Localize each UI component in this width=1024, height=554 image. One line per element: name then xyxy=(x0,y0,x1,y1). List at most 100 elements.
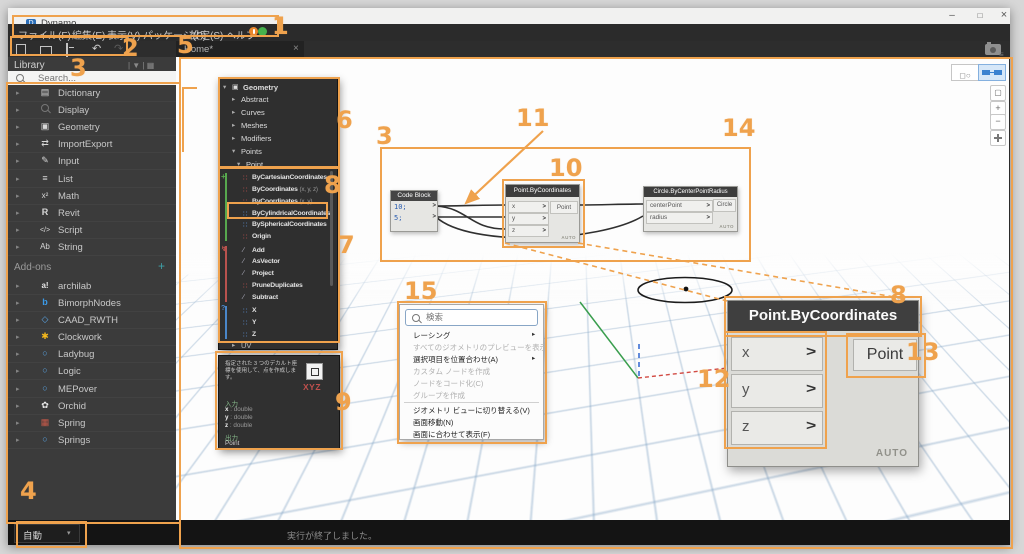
library-item-importexport[interactable]: ImportExport xyxy=(8,135,176,153)
library-item-geometry[interactable]: Geometry xyxy=(8,118,176,136)
fit-view-button[interactable] xyxy=(990,85,1006,101)
output-port-icon[interactable]: > xyxy=(432,214,436,220)
library-item-dictionary[interactable]: Dictionary xyxy=(8,84,176,102)
tree-root-geometry[interactable]: ▾ Geometry xyxy=(219,82,337,94)
tree-scrollbar[interactable] xyxy=(330,171,333,286)
tree-member[interactable]: Add xyxy=(219,246,337,257)
tree-member[interactable]: Z xyxy=(219,330,337,341)
tree-member[interactable]: Y xyxy=(219,318,337,329)
library-item-math[interactable]: Math xyxy=(8,187,176,205)
tree-member[interactable]: AsVector xyxy=(219,257,337,268)
tree-member[interactable]: PruneDuplicates xyxy=(219,281,337,292)
input-port-radius[interactable]: radius xyxy=(646,212,713,224)
library-item-string[interactable]: String xyxy=(8,238,176,256)
output-port-circle[interactable]: Circle xyxy=(713,199,736,212)
tree-cat-point[interactable]: ▾ Point xyxy=(219,160,337,172)
package-icon xyxy=(38,365,52,375)
menu-item-lacing[interactable]: レーシング xyxy=(400,329,543,341)
revit-icon xyxy=(38,207,52,217)
menu-edit[interactable]: 編集(E) xyxy=(72,27,105,42)
tree-member[interactable]: ByCartesianCoordinates xyxy=(219,173,337,184)
redo-icon[interactable] xyxy=(114,44,123,54)
library-item-input[interactable]: Input xyxy=(8,152,176,170)
addon-orchid[interactable]: Orchid xyxy=(8,397,176,415)
library-item-list[interactable]: List xyxy=(8,170,176,188)
tree-cat-modifiers[interactable]: ▸ Modifiers xyxy=(219,134,337,146)
menu-item-create-custom-node: カスタム ノードを作成 xyxy=(413,367,491,376)
undo-icon[interactable] xyxy=(92,44,101,54)
addon-caad-rwth[interactable]: CAAD_RWTH xyxy=(8,311,176,329)
graph-view-toggle[interactable] xyxy=(978,64,1006,81)
input-port-z[interactable]: z xyxy=(508,225,549,237)
tree-cat-points[interactable]: ▾ Points xyxy=(219,147,337,159)
addon-mepover[interactable]: MEPover xyxy=(8,380,176,398)
lacing-badge: AUTO xyxy=(561,235,576,240)
zoom-input-port-x[interactable]: x xyxy=(731,337,823,371)
context-menu-search[interactable] xyxy=(405,309,538,326)
library-item-display[interactable]: Display xyxy=(8,101,176,119)
close-button[interactable] xyxy=(992,8,1016,24)
point-bycoordinates-zoom-node[interactable]: Point.ByCoordinates x y z Point AUTO xyxy=(727,300,919,467)
tree-member[interactable]: ByCoordinates (x, y) xyxy=(219,197,337,208)
add-package-icon[interactable] xyxy=(158,259,165,273)
tree-member[interactable]: Subtract xyxy=(219,293,337,304)
zoom-output-port-point[interactable]: Point xyxy=(853,339,917,371)
menu-settings[interactable]: 設定(S) xyxy=(190,27,223,42)
library-item-script[interactable]: Script xyxy=(8,221,176,239)
library-search[interactable] xyxy=(8,71,176,85)
tree-member-bycoordinates-xyz[interactable]: ByCoordinates (x, y, z) xyxy=(219,185,337,196)
tree-cat-abstract[interactable]: ▸ Abstract xyxy=(219,95,337,107)
menu-file[interactable]: ファイル(F) xyxy=(18,27,71,42)
workspace-tab-label: Home* xyxy=(184,44,214,55)
output-port-point[interactable]: Point xyxy=(550,201,578,214)
tree-member[interactable]: BySphericalCoordinates xyxy=(219,220,337,231)
menu-item-align-selection[interactable]: 選択項目を位置合わせ(A) xyxy=(400,353,543,365)
addon-clockwork[interactable]: Clockwork xyxy=(8,328,176,346)
minimize-button[interactable] xyxy=(940,8,964,24)
pan-button[interactable] xyxy=(990,130,1006,146)
run-mode-dropdown[interactable]: 自動 xyxy=(14,524,80,543)
zoom-out-button[interactable] xyxy=(990,114,1006,130)
addon-spring[interactable]: Spring xyxy=(8,414,176,432)
tree-cat-meshes[interactable]: ▸ Meshes xyxy=(219,121,337,133)
addon-springs[interactable]: Springs xyxy=(8,431,176,449)
geometry-view-toggle[interactable]: ◻○ xyxy=(951,64,979,81)
zoom-input-port-z[interactable]: z xyxy=(731,411,823,445)
submenu-arrow-icon xyxy=(532,330,535,338)
circle-bycenterpointradius-node[interactable]: Circle.ByCenterPointRadius centerPoint r… xyxy=(643,186,738,232)
notification-icon[interactable] xyxy=(249,27,258,36)
menu-separator xyxy=(404,402,539,403)
tree-cat-curves[interactable]: ▸ Curves xyxy=(219,108,337,120)
input-port-x[interactable]: x xyxy=(508,201,549,213)
tree-member[interactable]: X xyxy=(219,306,337,317)
menu-item-show-geometry-preview: すべてのジオメトリのプレビューを表示 xyxy=(413,343,548,352)
open-file-icon[interactable] xyxy=(40,46,52,56)
input-port-centerpoint[interactable]: centerPoint xyxy=(646,200,713,212)
new-file-icon[interactable] xyxy=(16,44,26,56)
addon-ladybug[interactable]: Ladybug xyxy=(8,345,176,363)
menu-view[interactable]: 表示(V) xyxy=(107,27,140,42)
code-block-node[interactable]: Code Block 10; 5; > > xyxy=(390,190,438,232)
addon-bimorphnodes[interactable]: BimorphNodes xyxy=(8,294,176,312)
menu-item-switch-to-geometry-view[interactable]: ジオメトリ ビューに切り替える(V) xyxy=(400,404,543,416)
tab-close-icon[interactable] xyxy=(293,43,299,54)
tree-member[interactable]: Project xyxy=(219,269,337,280)
input-port-y[interactable]: y xyxy=(508,213,549,225)
point-bycoordinates-node[interactable]: Point.ByCoordinates x y z Point AUTO xyxy=(505,184,580,243)
addon-archilab[interactable]: archilab xyxy=(8,277,176,295)
tree-cat-uv[interactable]: ▸ UV xyxy=(219,341,337,353)
tree-member[interactable]: ByCylindricalCoordinates xyxy=(219,209,337,220)
menu-item-node-to-code: ノードをコード化(C) xyxy=(413,379,484,388)
menu-item-fit-to-screen[interactable]: 画面に合わせて表示(F) xyxy=(400,428,543,440)
maximize-button[interactable] xyxy=(968,8,992,24)
code-line: 10; xyxy=(394,203,407,211)
library-view-toggle-icons[interactable] xyxy=(128,61,154,70)
context-search-input[interactable] xyxy=(424,311,533,323)
output-port-icon[interactable]: > xyxy=(432,203,436,209)
tree-member[interactable]: Origin xyxy=(219,232,337,243)
menu-item-pan[interactable]: 画面移動(N) xyxy=(400,416,543,428)
zoom-input-port-y[interactable]: y xyxy=(731,374,823,408)
addon-logic[interactable]: Logic xyxy=(8,362,176,380)
library-item-revit[interactable]: Revit xyxy=(8,204,176,222)
online-status-icon[interactable] xyxy=(258,27,267,36)
